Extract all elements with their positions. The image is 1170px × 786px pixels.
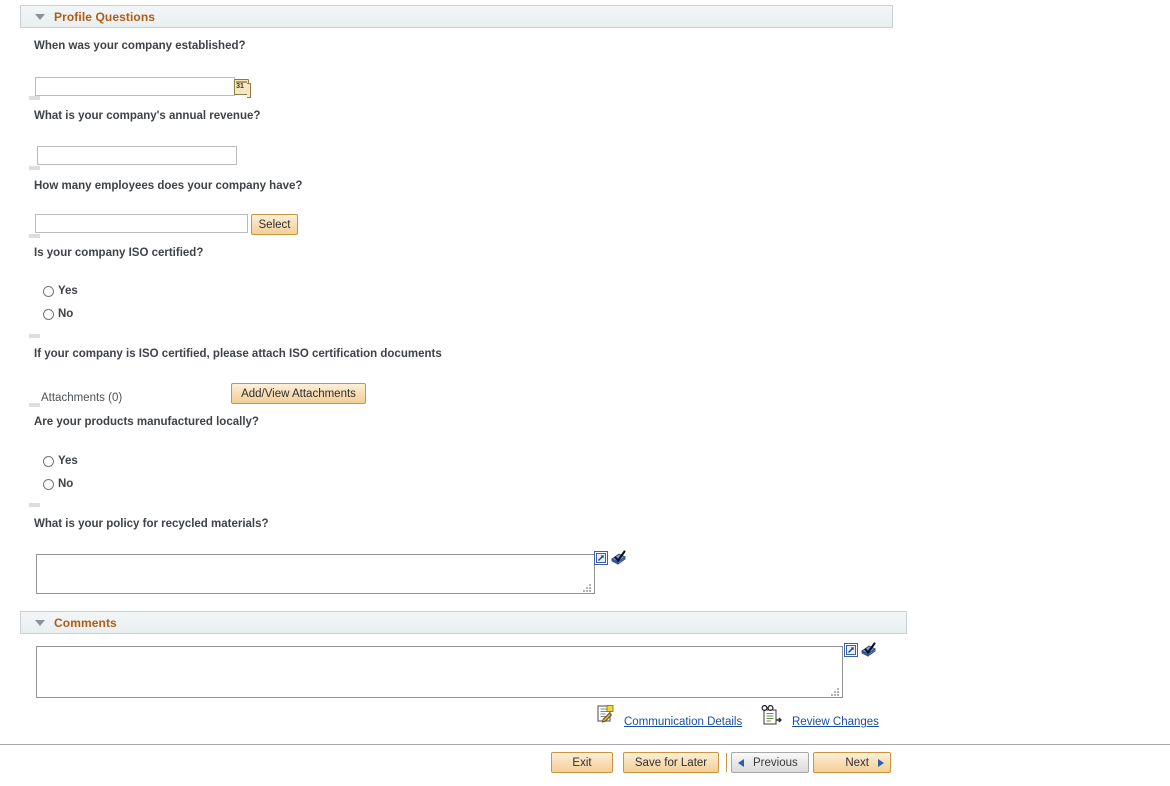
review-changes-icon[interactable] xyxy=(760,704,783,725)
spellcheck-icon[interactable] xyxy=(610,550,627,566)
expand-popup-icon[interactable] xyxy=(594,551,608,565)
radio-circle-icon[interactable] xyxy=(43,478,54,490)
field-separator-dash xyxy=(29,96,40,100)
recycled-policy-textarea[interactable] xyxy=(36,554,595,594)
footer-divider xyxy=(0,744,1170,745)
save-for-later-button-label: Save for Later xyxy=(634,756,708,769)
section-title-comments: Comments xyxy=(54,615,117,630)
question-label-iso-attachments: If your company is ISO certified, please… xyxy=(34,348,442,360)
review-changes-link[interactable]: Review Changes xyxy=(792,716,879,728)
question-label-iso-certified: Is your company ISO certified? xyxy=(34,247,204,259)
arrow-left-icon xyxy=(738,758,744,767)
employee-count-input[interactable] xyxy=(35,214,248,233)
radio-option-local-yes[interactable]: Yes xyxy=(43,455,78,467)
communication-details-link[interactable]: Communication Details xyxy=(624,716,742,728)
select-button-label: Select xyxy=(258,218,291,231)
annual-revenue-input[interactable] xyxy=(37,146,237,165)
radio-label-iso-yes[interactable]: Yes xyxy=(58,285,78,297)
spellcheck-icon[interactable] xyxy=(860,642,877,658)
section-header-profile-questions[interactable]: Profile Questions xyxy=(20,5,893,28)
radio-option-local-no[interactable]: No xyxy=(43,478,73,490)
radio-label-local-no[interactable]: No xyxy=(58,478,73,490)
field-separator-dash xyxy=(29,166,40,170)
section-header-comments[interactable]: Comments xyxy=(20,611,907,634)
question-label-employee-count: How many employees does your company hav… xyxy=(34,180,303,192)
field-separator-dash xyxy=(29,503,40,507)
caret-down-icon[interactable] xyxy=(35,619,45,626)
caret-down-icon[interactable] xyxy=(35,13,45,20)
next-button[interactable]: Next xyxy=(813,752,891,773)
next-button-label: Next xyxy=(845,756,869,769)
previous-button-label: Previous xyxy=(753,756,798,769)
radio-label-iso-no[interactable]: No xyxy=(58,308,73,320)
question-label-manufactured-locally: Are your products manufactured locally? xyxy=(34,416,259,428)
calendar-icon-day: 31 xyxy=(236,83,244,90)
field-separator-dash xyxy=(29,334,40,338)
established-date-input[interactable] xyxy=(35,77,235,96)
radio-circle-icon[interactable] xyxy=(43,308,54,320)
field-separator-dash xyxy=(29,403,40,407)
field-separator-dash xyxy=(29,234,40,238)
exit-button[interactable]: Exit xyxy=(551,752,613,773)
attachments-count: Attachments (0) xyxy=(41,392,123,404)
button-group-separator xyxy=(726,753,727,772)
select-button[interactable]: Select xyxy=(251,214,298,235)
add-view-attachments-button[interactable]: Add/View Attachments xyxy=(231,383,366,404)
add-view-attachments-label: Add/View Attachments xyxy=(241,387,356,400)
radio-circle-icon[interactable] xyxy=(43,455,54,467)
save-for-later-button[interactable]: Save for Later xyxy=(623,752,719,773)
arrow-right-icon xyxy=(878,758,884,767)
radio-circle-icon[interactable] xyxy=(43,285,54,297)
profile-questions-page: Profile Questions When was your company … xyxy=(0,0,1170,786)
comments-textarea[interactable] xyxy=(36,646,843,698)
question-label-annual-revenue: What is your company's annual revenue? xyxy=(34,110,261,122)
question-label-established: When was your company established? xyxy=(34,40,246,52)
previous-button[interactable]: Previous xyxy=(731,752,809,773)
expand-popup-icon[interactable] xyxy=(844,643,858,657)
calendar-icon[interactable]: 31 xyxy=(234,79,251,98)
radio-option-iso-yes[interactable]: Yes xyxy=(43,285,78,297)
exit-button-label: Exit xyxy=(572,756,592,769)
radio-label-local-yes[interactable]: Yes xyxy=(58,455,78,467)
radio-option-iso-no[interactable]: No xyxy=(43,308,73,320)
question-label-recycled-policy: What is your policy for recycled materia… xyxy=(34,518,269,530)
communication-details-icon[interactable] xyxy=(597,705,614,723)
section-title-profile-questions: Profile Questions xyxy=(54,9,156,24)
